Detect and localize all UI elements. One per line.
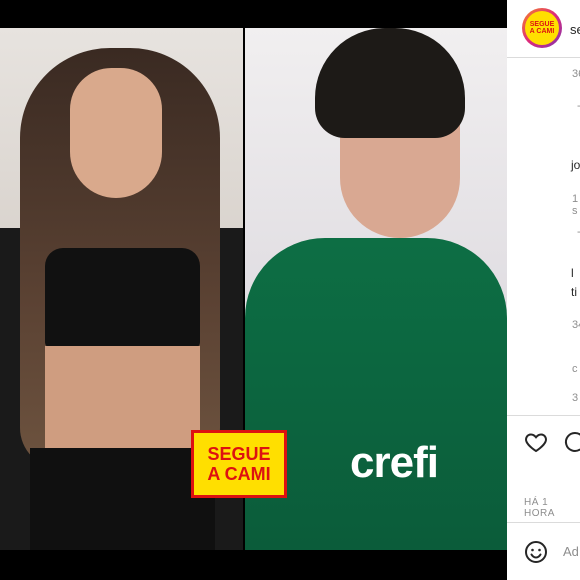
logo-line2: A CAMI — [207, 464, 271, 484]
post-sidebar: SEGUE A CAMI se 36 - jo 1 s - l ti 34 c … — [507, 0, 580, 580]
comment-meta: 36 — [572, 68, 580, 80]
segue-a-cami-logo: SEGUE A CAMI — [191, 430, 287, 498]
logo-line1: SEGUE — [207, 444, 271, 464]
heart-icon[interactable] — [524, 430, 548, 454]
comment-icon[interactable] — [563, 430, 580, 454]
avatar-line2: A CAMI — [529, 28, 555, 35]
post-time: HÁ 1 HORA — [524, 497, 555, 519]
crop-top — [45, 248, 200, 348]
comment-meta: 3 — [572, 392, 579, 404]
emoji-icon[interactable] — [524, 540, 548, 564]
comment-meta: 34 — [572, 319, 580, 331]
actions-divider — [507, 415, 580, 416]
username[interactable]: se — [570, 22, 580, 37]
jeans — [30, 448, 215, 550]
comment-divider — [507, 522, 580, 523]
midriff — [45, 346, 200, 451]
avatar-line1: SEGUE — [529, 21, 555, 28]
jersey-sponsor: crefi — [350, 438, 439, 487]
comment-text: ti — [571, 285, 577, 299]
player-hair — [315, 28, 465, 138]
comment-meta: 1 s — [572, 193, 579, 217]
comment-meta: c — [572, 363, 578, 375]
comment-text: jo — [571, 158, 580, 172]
comment-text: l — [571, 266, 574, 280]
green-jersey — [245, 238, 507, 550]
add-comment-input[interactable]: Ad — [563, 544, 579, 559]
post-image: crefi SEGUE A CAMI — [0, 0, 507, 580]
avatar[interactable]: SEGUE A CAMI — [522, 8, 562, 48]
face — [70, 68, 162, 198]
header-divider — [507, 57, 580, 58]
